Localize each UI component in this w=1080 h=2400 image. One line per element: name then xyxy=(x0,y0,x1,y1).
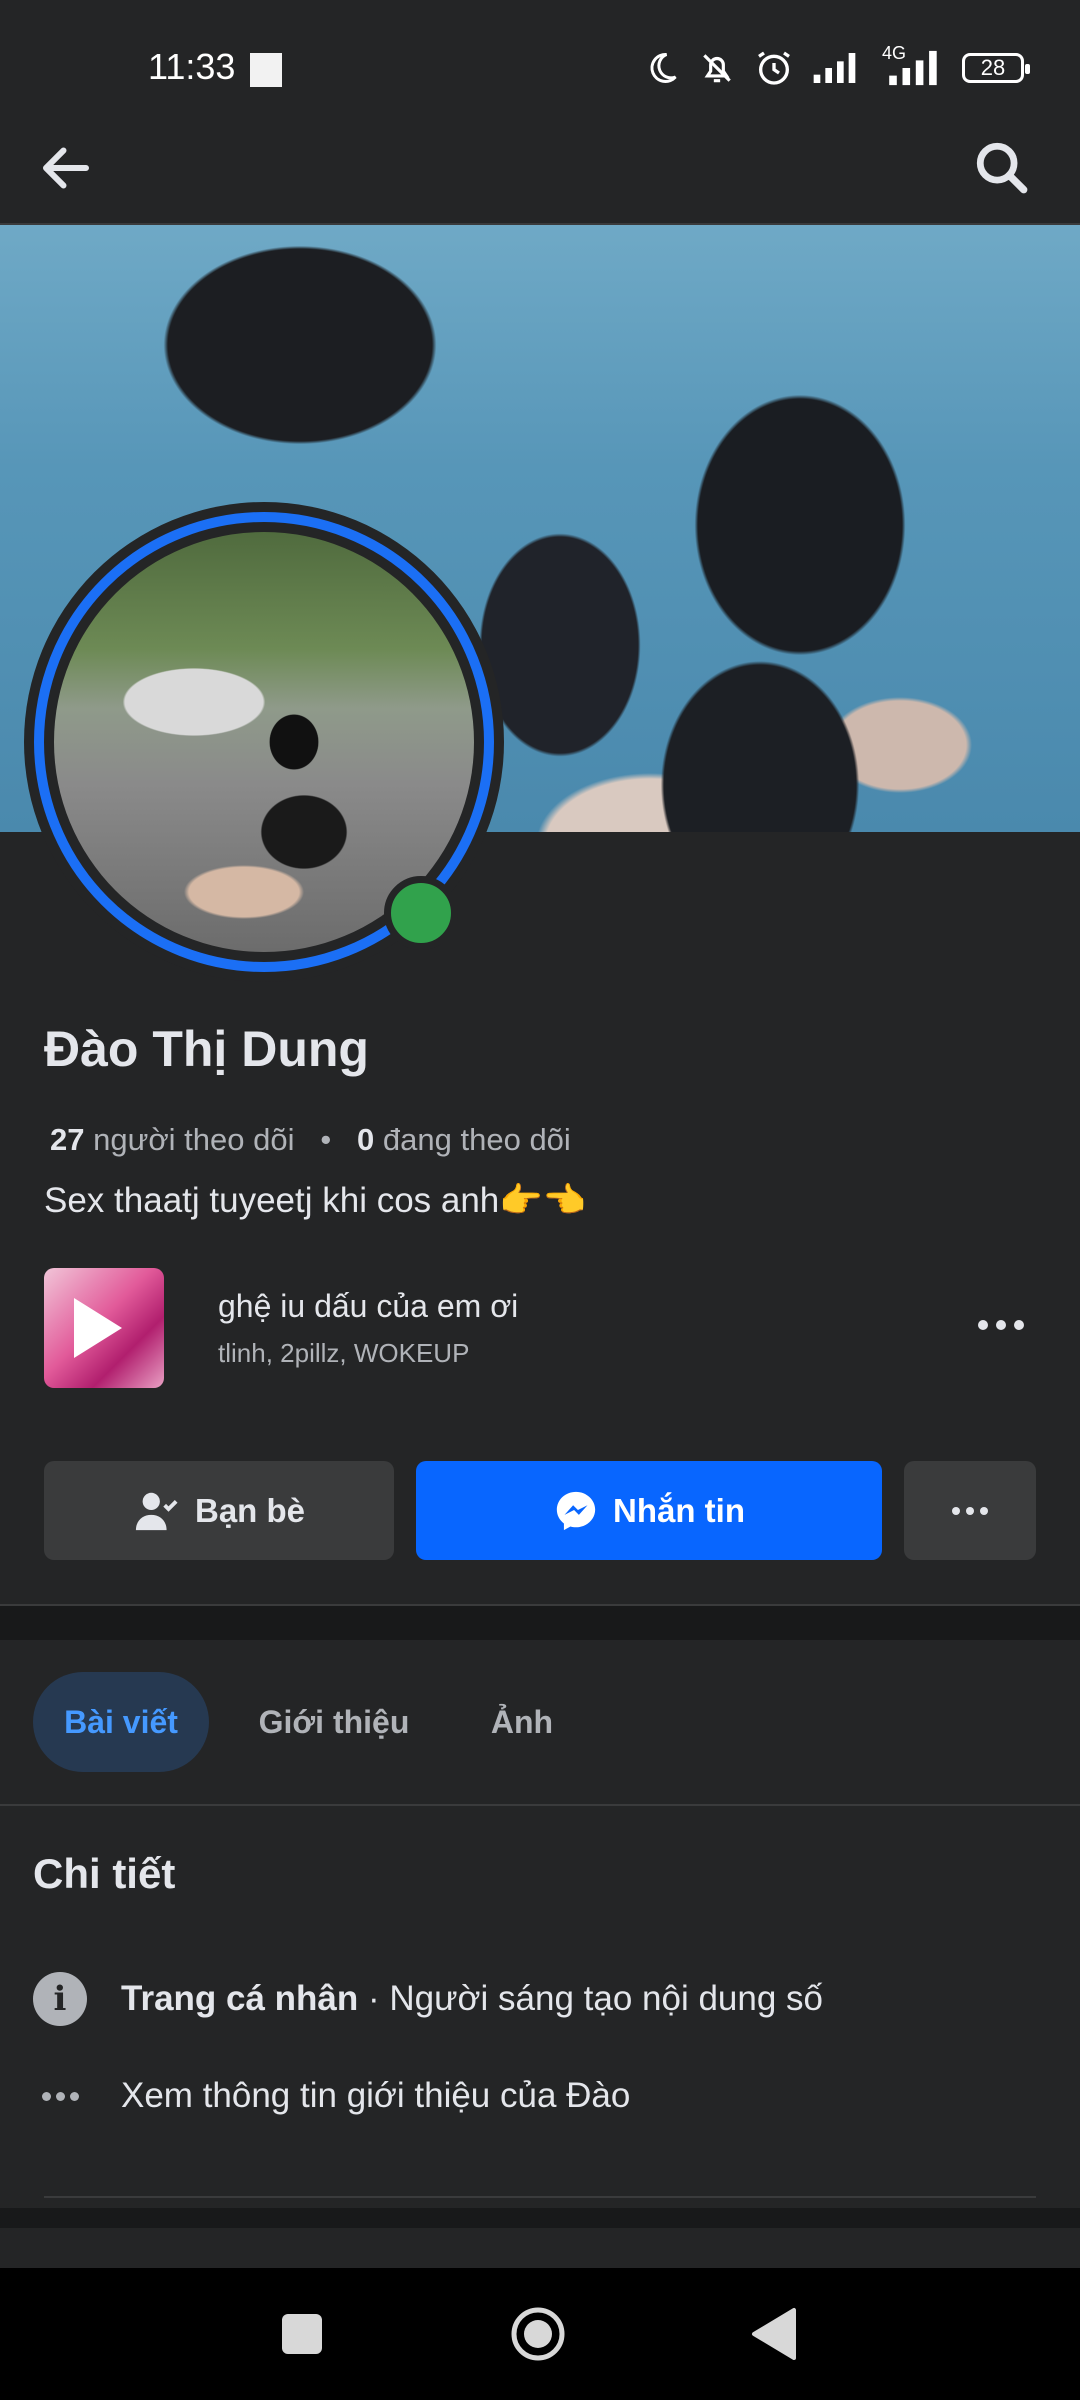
followers-count: 27 xyxy=(50,1122,85,1157)
home-button[interactable] xyxy=(510,2306,566,2362)
more-dots-icon xyxy=(33,2091,87,2101)
details-divider xyxy=(44,2196,1036,2198)
notification-placeholder-icon xyxy=(250,53,282,87)
recents-button[interactable] xyxy=(282,2314,322,2354)
messenger-icon xyxy=(556,1491,596,1530)
music-more-button[interactable] xyxy=(966,1300,1036,1350)
music-title[interactable]: ghệ iu dấu của em ơi xyxy=(218,1288,518,1325)
search-button[interactable] xyxy=(964,130,1040,206)
message-button[interactable]: Nhắn tin xyxy=(416,1461,882,1560)
signal-4g-icon: 4G xyxy=(880,43,944,87)
more-actions-button[interactable] xyxy=(904,1461,1036,1560)
battery-icon: 28 xyxy=(962,53,1030,83)
followers-label: người theo dõi xyxy=(93,1122,295,1157)
tab-posts[interactable]: Bài viết xyxy=(33,1672,209,1772)
following-count: 0 xyxy=(357,1122,375,1157)
section-gap xyxy=(0,1606,1080,1640)
profile-name: Đào Thị Dung xyxy=(44,1021,369,1077)
section-gap xyxy=(0,2208,1080,2228)
see-about-link[interactable]: Xem thông tin giới thiệu của Đào xyxy=(33,2076,630,2116)
tab-photos[interactable]: Ảnh xyxy=(466,1672,578,1772)
page-type-label: Trang cá nhân xyxy=(121,1979,359,2018)
see-about-label: Xem thông tin giới thiệu của Đào xyxy=(121,2076,631,2115)
follow-stats[interactable]: 27 người theo dõi • 0 đang theo dõi xyxy=(50,1122,571,1158)
page-type-value: · Người sáng tạo nội dung số xyxy=(358,1979,823,2018)
following-label: đang theo dõi xyxy=(382,1122,571,1157)
back-arrow-icon xyxy=(43,147,89,189)
friend-check-icon xyxy=(135,1492,178,1530)
online-status-dot xyxy=(384,876,458,950)
moon-icon xyxy=(650,52,677,83)
back-button[interactable] xyxy=(28,130,104,206)
more-dots-icon xyxy=(978,1320,1024,1330)
bell-off-icon xyxy=(703,54,731,83)
detail-page-type: i Trang cá nhân · Người sáng tạo nội dun… xyxy=(33,1972,823,2026)
info-icon: i xyxy=(33,1972,87,2026)
details-title: Chi tiết xyxy=(33,1850,176,1897)
search-icon xyxy=(976,142,1028,194)
music-artist: tlinh, 2pillz, WOKEUP xyxy=(218,1338,470,1368)
more-dots-icon xyxy=(952,1506,988,1515)
system-back-button[interactable] xyxy=(750,2306,798,2362)
tab-about[interactable]: Giới thiệu xyxy=(244,1672,424,1772)
message-label: Nhắn tin xyxy=(613,1491,745,1529)
friends-button[interactable]: Bạn bè xyxy=(44,1461,394,1560)
battery-level: 28 xyxy=(980,55,1006,80)
signal-icon xyxy=(813,53,856,83)
friends-label: Bạn bè xyxy=(194,1491,306,1529)
stats-separator: • xyxy=(320,1122,332,1157)
profile-bio: Sex thaatj tuyeetj khi cos anh👉👈 xyxy=(44,1181,587,1220)
tabs-divider xyxy=(0,1804,1080,1806)
status-time: 11:33 xyxy=(148,46,236,87)
status-icons: 4G 28 xyxy=(644,43,1030,88)
play-icon[interactable] xyxy=(74,1298,122,1358)
alarm-icon xyxy=(758,51,790,85)
